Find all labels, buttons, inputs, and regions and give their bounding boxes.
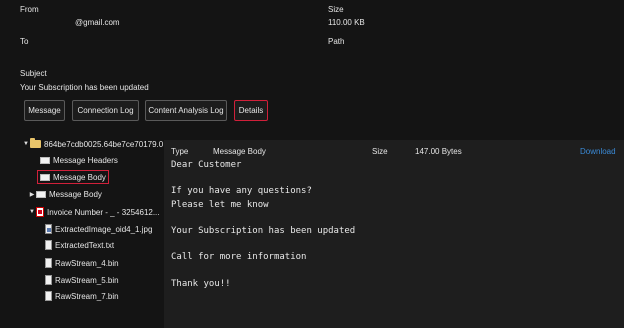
size-value: 110.00 KB (328, 18, 365, 27)
path-label: Path (328, 37, 345, 46)
tree-item-label: Message Body (53, 172, 106, 182)
from-label: From (20, 5, 39, 14)
envelope-icon (36, 190, 46, 198)
tab-content-analysis-log[interactable]: Content Analysis Log (145, 100, 227, 121)
subject-value: Your Subscription has been updated (20, 83, 149, 92)
folder-icon (30, 138, 41, 148)
envelope-icon (40, 156, 50, 164)
file-icon (45, 291, 52, 301)
type-value: Message Body (213, 147, 266, 156)
tab-connection-log[interactable]: Connection Log (72, 100, 139, 121)
message-body-text: Dear Customer If you have any questions?… (171, 160, 356, 289)
detail-size-value: 147.00 Bytes (415, 147, 462, 156)
expanded-arrow-icon[interactable]: ▼ (28, 209, 36, 215)
tree-item-label: ExtractedImage_oid4_1.jpg (55, 224, 153, 234)
tree-item-root[interactable]: ▼ 864be7cdb0025.64be7ce70179.0... (22, 137, 170, 151)
expanded-arrow-icon[interactable]: ▼ (22, 141, 30, 147)
envelope-icon (40, 173, 50, 181)
attachment-tree: ▼ 864be7cdb0025.64be7ce70179.0... Messag… (0, 128, 170, 328)
detail-size-label: Size (372, 147, 388, 156)
tree-item-rawstream-5[interactable]: RawStream_5.bin (45, 273, 119, 287)
type-label: Type (171, 147, 189, 156)
tree-item-label: Message Headers (53, 155, 118, 165)
file-icon (45, 275, 52, 285)
file-icon (45, 258, 52, 268)
tree-item-label: RawStream_5.bin (55, 275, 119, 285)
tree-item-message-headers[interactable]: Message Headers (40, 153, 118, 167)
image-file-icon (45, 224, 52, 234)
from-value: @gmail.com (75, 18, 120, 27)
text-file-icon (45, 240, 52, 250)
tree-item-extracted-image[interactable]: ExtractedImage_oid4_1.jpg (45, 222, 152, 236)
tree-item-message-body-selected[interactable]: Message Body (37, 170, 109, 184)
tree-item-label: RawStream_4.bin (55, 258, 119, 268)
tab-details[interactable]: Details (234, 100, 268, 121)
tree-item-invoice[interactable]: ▼ Invoice Number - _ - 3254612... (28, 205, 160, 219)
tab-message[interactable]: Message (24, 100, 65, 121)
to-label: To (20, 37, 29, 46)
tree-item-label: ExtractedText.txt (55, 240, 115, 250)
tree-item-extracted-text[interactable]: ExtractedText.txt (45, 238, 114, 252)
tree-item-label: Invoice Number - _ - 3254612... (47, 207, 160, 217)
download-link[interactable]: Download (580, 147, 616, 156)
tree-item-rawstream-4[interactable]: RawStream_4.bin (45, 256, 119, 270)
tree-item-label: 864be7cdb0025.64be7ce70179.0... (44, 139, 170, 149)
tree-item-rawstream-7[interactable]: RawStream_7.bin (45, 289, 119, 303)
pdf-file-icon (36, 207, 44, 217)
tree-item-label: Message Body (49, 189, 102, 199)
subject-label: Subject (20, 69, 47, 78)
tree-item-message-body[interactable]: ▶ Message Body (28, 187, 102, 201)
selection-outline: Message Body (37, 170, 109, 184)
collapsed-arrow-icon[interactable]: ▶ (28, 191, 36, 198)
tree-item-label: RawStream_7.bin (55, 291, 119, 301)
size-label: Size (328, 5, 344, 14)
